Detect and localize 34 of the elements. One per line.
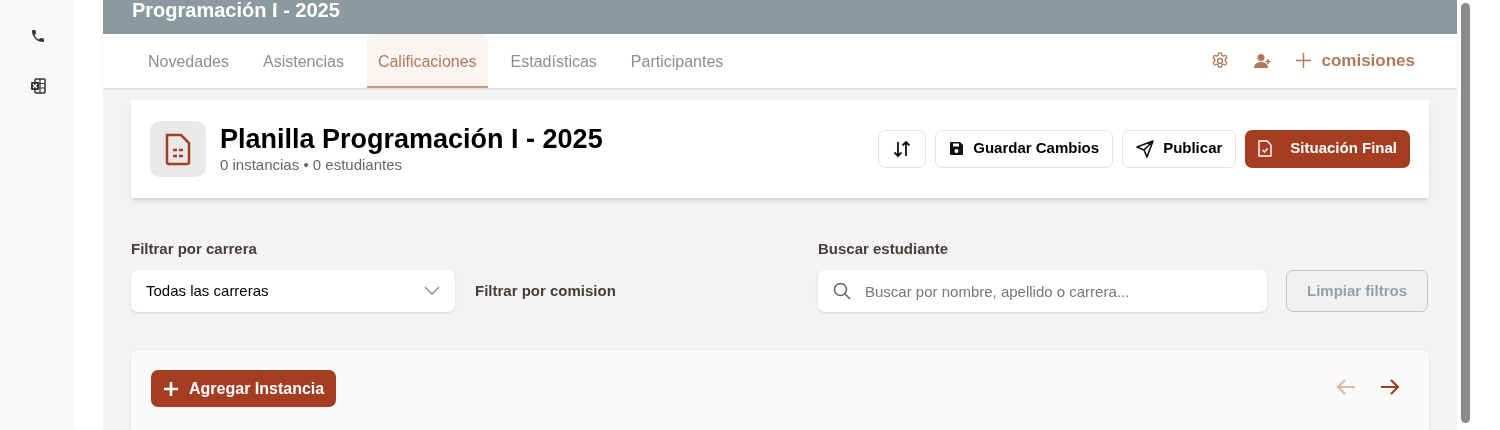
- add-instance-button[interactable]: Agregar Instancia: [151, 370, 337, 407]
- phone-icon[interactable]: [29, 28, 46, 44]
- search-field[interactable]: Buscar por nombre, apellido o carrera...: [818, 270, 1267, 312]
- publish-button[interactable]: Publicar: [1122, 129, 1237, 168]
- save-button[interactable]: Guardar Cambios: [935, 129, 1114, 168]
- tab[interactable]: Asistencias: [251, 33, 355, 88]
- send-icon: [1136, 139, 1155, 158]
- document-check-icon: [1258, 140, 1273, 157]
- document-icon: [150, 120, 206, 177]
- spreadsheet-icon[interactable]: [29, 78, 46, 94]
- career-select[interactable]: Todas las carreras: [131, 270, 455, 312]
- plus-icon: [163, 380, 179, 397]
- sort-button[interactable]: [878, 129, 927, 168]
- tab[interactable]: Calificaciones: [366, 33, 488, 88]
- plus-icon: [1296, 53, 1312, 68]
- search-icon: [833, 282, 851, 300]
- sheet-subtitle: 0 instancias • 0 estudiantes: [220, 154, 404, 175]
- add-commission-button[interactable]: comisiones: [1296, 47, 1415, 74]
- sort-icon: [893, 139, 912, 158]
- field-label: Filtrar por carrera: [131, 238, 258, 259]
- field-label: Filtrar por comision: [475, 280, 617, 301]
- add-user-icon[interactable]: [1254, 52, 1273, 69]
- tab[interactable]: Novedades: [137, 33, 240, 88]
- chevron-down-icon: [424, 286, 440, 296]
- scrollbar[interactable]: [1461, 3, 1470, 423]
- save-icon: [949, 141, 965, 156]
- settings-icon[interactable]: [1210, 50, 1231, 71]
- final-status-button[interactable]: Situación Final: [1245, 129, 1410, 168]
- course-title: Programación I - 2025: [132, 0, 340, 22]
- sheet-title: Planilla Programación I - 2025: [220, 122, 603, 155]
- tab[interactable]: Participantes: [619, 33, 735, 88]
- tab[interactable]: Estadísticas: [499, 33, 608, 88]
- arrow-right-icon[interactable]: [1380, 378, 1400, 396]
- field-label: Buscar estudiante: [818, 238, 950, 259]
